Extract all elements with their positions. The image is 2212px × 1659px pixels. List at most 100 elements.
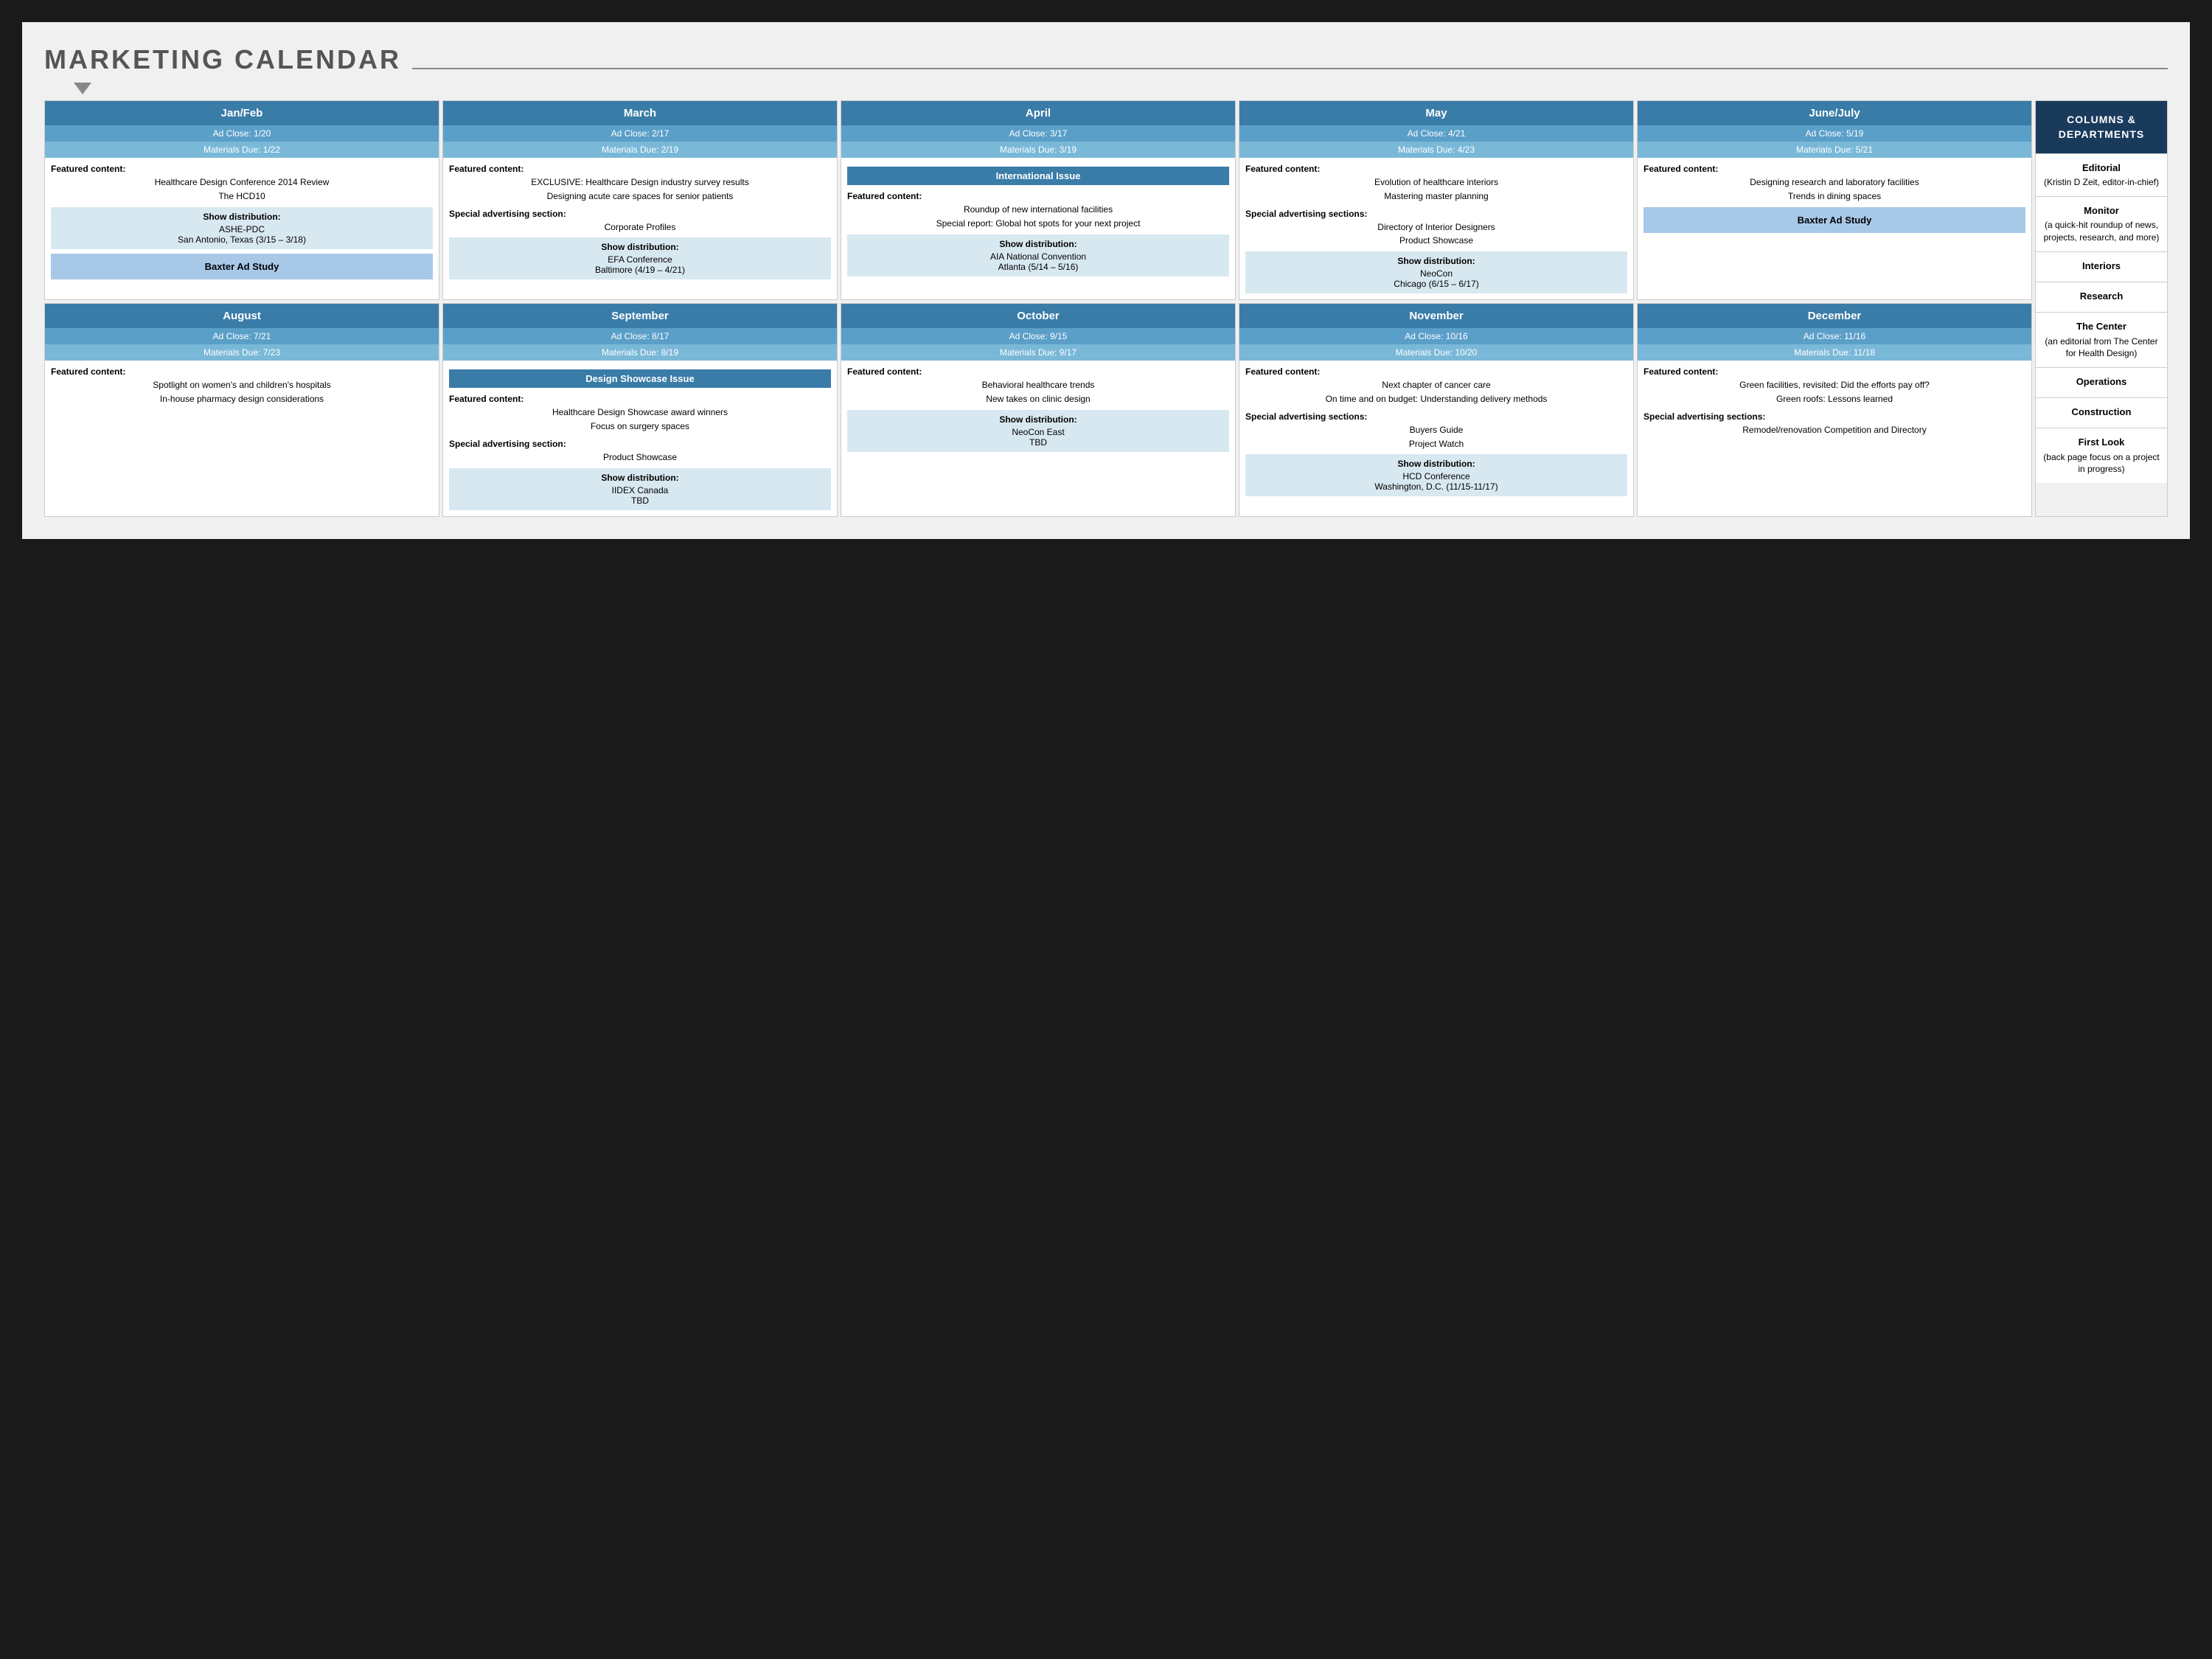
sidebar-item-5: Operations bbox=[2036, 367, 2167, 397]
featured-label-december: Featured content: bbox=[1644, 366, 2025, 377]
featured-item: Healthcare Design Showcase award winners bbox=[449, 406, 831, 419]
sidebar-item-3: Research bbox=[2036, 282, 2167, 312]
show-dist-box-jan_feb: Show distribution:ASHE-PDCSan Antonio, T… bbox=[51, 207, 433, 249]
special-item: Remodel/renovation Competition and Direc… bbox=[1644, 424, 2025, 437]
sidebar-item-sub-1: (a quick-hit roundup of news, projects, … bbox=[2044, 220, 2160, 243]
calendar-wrapper: Jan/FebAd Close: 1/20Materials Due: 1/22… bbox=[44, 100, 2168, 517]
show-dist-item: IIDEX Canada bbox=[453, 485, 827, 495]
show-dist-item: EFA Conference bbox=[453, 254, 827, 265]
sidebar-item-7: First Look(back page focus on a project … bbox=[2036, 428, 2167, 483]
month-col-december: DecemberAd Close: 11/16Materials Due: 11… bbox=[1637, 303, 2032, 516]
featured-label-april: Featured content: bbox=[847, 191, 1229, 201]
month-header-april: April bbox=[841, 101, 1235, 125]
month-header-october: October bbox=[841, 304, 1235, 328]
show-dist-label: Show distribution: bbox=[453, 473, 827, 483]
month-col-may: MayAd Close: 4/21Materials Due: 4/23Feat… bbox=[1239, 100, 1634, 300]
featured-item: Special report: Global hot spots for you… bbox=[847, 218, 1229, 230]
month-body-november: Featured content:Next chapter of cancer … bbox=[1239, 361, 1633, 515]
show-dist-item: HCD Conference bbox=[1250, 471, 1623, 481]
sidebar-item-label-4: The Center bbox=[2042, 320, 2161, 333]
title-line bbox=[412, 68, 2168, 69]
show-dist-label: Show distribution: bbox=[1250, 256, 1623, 266]
sidebar-item-label-5: Operations bbox=[2042, 375, 2161, 389]
top-row: Jan/FebAd Close: 1/20Materials Due: 1/22… bbox=[44, 100, 2032, 300]
month-body-april: International IssueFeatured content:Roun… bbox=[841, 158, 1235, 299]
ad-close-september: Ad Close: 8/17 bbox=[443, 328, 837, 344]
special-label-september: Special advertising section: bbox=[449, 439, 831, 449]
calendar-main: Jan/FebAd Close: 1/20Materials Due: 1/22… bbox=[44, 100, 2032, 517]
design-showcase-label: Design Showcase Issue bbox=[449, 369, 831, 388]
show-dist-item: Washington, D.C. (11/15-11/17) bbox=[1250, 481, 1623, 492]
featured-label-june_july: Featured content: bbox=[1644, 164, 2025, 174]
month-col-august: AugustAd Close: 7/21Materials Due: 7/23F… bbox=[44, 303, 439, 516]
show-dist-label: Show distribution: bbox=[1250, 459, 1623, 469]
page-title: MARKETING CALENDAR bbox=[44, 44, 401, 75]
month-body-may: Featured content: Evolution of healthcare… bbox=[1239, 158, 1633, 299]
materials-due-december: Materials Due: 11/18 bbox=[1638, 344, 2031, 361]
featured-item: Green roofs: Lessons learned bbox=[1644, 393, 2025, 406]
materials-due-august: Materials Due: 7/23 bbox=[45, 344, 439, 361]
featured-item: EXCLUSIVE: Healthcare Design industry su… bbox=[449, 176, 831, 189]
featured-item: Healthcare Design Conference 2014 Review bbox=[51, 176, 433, 189]
special-label-november: Special advertising sections: bbox=[1245, 411, 1627, 422]
show-dist-box-october: Show distribution:NeoCon EastTBD bbox=[847, 410, 1229, 452]
month-body-december: Featured content:Green facilities, revis… bbox=[1638, 361, 2031, 515]
sidebar-item-6: Construction bbox=[2036, 397, 2167, 428]
show-dist-item: NeoCon bbox=[1250, 268, 1623, 279]
sidebar-item-label-6: Construction bbox=[2042, 406, 2161, 419]
ad-close-december: Ad Close: 11/16 bbox=[1638, 328, 2031, 344]
show-dist-item: Baltimore (4/19 – 4/21) bbox=[453, 265, 827, 275]
show-dist-item: AIA National Convention bbox=[852, 251, 1225, 262]
show-dist-item: NeoCon East bbox=[852, 427, 1225, 437]
month-header-december: December bbox=[1638, 304, 2031, 328]
sidebar-header: COLUMNS & DEPARTMENTS bbox=[2036, 101, 2167, 153]
show-dist-box-november: Show distribution: HCD ConferenceWashingt… bbox=[1245, 454, 1627, 496]
special-item: Corporate Profiles bbox=[449, 221, 831, 234]
sidebar-item-1: Monitor (a quick-hit roundup of news, pro… bbox=[2036, 196, 2167, 251]
month-col-june_july: June/JulyAd Close: 5/19Materials Due: 5/… bbox=[1637, 100, 2032, 300]
page-background: MARKETING CALENDAR Jan/FebAd Close: 1/20… bbox=[22, 22, 2190, 539]
special-item: Product Showcase bbox=[1245, 234, 1627, 247]
arrow-down-icon bbox=[74, 83, 91, 94]
special-item: Product Showcase bbox=[449, 451, 831, 464]
show-dist-box-september: Show distribution:IIDEX CanadaTBD bbox=[449, 468, 831, 510]
sidebar-item-sub-4: (an editorial from The Center for Health… bbox=[2045, 336, 2157, 359]
featured-label-jan_feb: Featured content: bbox=[51, 164, 433, 174]
featured-item: Behavioral healthcare trends bbox=[847, 379, 1229, 392]
sidebar-item-2: Interiors bbox=[2036, 251, 2167, 282]
month-col-april: AprilAd Close: 3/17Materials Due: 3/19In… bbox=[841, 100, 1236, 300]
special-item: Buyers Guide bbox=[1245, 424, 1627, 437]
international-label: International Issue bbox=[847, 167, 1229, 185]
featured-label-september: Featured content: bbox=[449, 394, 831, 404]
materials-due-november: Materials Due: 10/20 bbox=[1239, 344, 1633, 361]
special-item: Directory of Interior Designers bbox=[1245, 221, 1627, 234]
featured-item: Evolution of healthcare interiors bbox=[1245, 176, 1627, 189]
featured-label-may: Featured content: bbox=[1245, 164, 1627, 174]
sidebar-item-label-3: Research bbox=[2042, 290, 2161, 303]
month-body-june_july: Featured content:Designing research and … bbox=[1638, 158, 2031, 299]
show-dist-box-march: Show distribution:EFA ConferenceBaltimor… bbox=[449, 237, 831, 279]
month-body-jan_feb: Featured content: Healthcare Design Confe… bbox=[45, 158, 439, 299]
month-header-september: September bbox=[443, 304, 837, 328]
month-header-august: August bbox=[45, 304, 439, 328]
month-body-march: Featured content: EXCLUSIVE: Healthcare D… bbox=[443, 158, 837, 299]
sidebar-item-sub-7: (back page focus on a project in progres… bbox=[2043, 452, 2159, 475]
sidebar-item-label-1: Monitor bbox=[2042, 204, 2161, 218]
materials-due-may: Materials Due: 4/23 bbox=[1239, 142, 1633, 158]
sidebar-item-sub-0: (Kristin D Zeit, editor-in-chief) bbox=[2044, 177, 2159, 187]
ad-close-october: Ad Close: 9/15 bbox=[841, 328, 1235, 344]
featured-item: Next chapter of cancer care bbox=[1245, 379, 1627, 392]
featured-item: New takes on clinic design bbox=[847, 393, 1229, 406]
special-item: Project Watch bbox=[1245, 438, 1627, 451]
month-body-august: Featured content:Spotlight on women's an… bbox=[45, 361, 439, 515]
materials-due-march: Materials Due: 2/19 bbox=[443, 142, 837, 158]
sidebar-item-4: The Center (an editorial from The Center … bbox=[2036, 312, 2167, 367]
featured-item: Mastering master planning bbox=[1245, 190, 1627, 203]
ad-close-november: Ad Close: 10/16 bbox=[1239, 328, 1633, 344]
featured-label-august: Featured content: bbox=[51, 366, 433, 377]
featured-label-march: Featured content: bbox=[449, 164, 831, 174]
title-area: MARKETING CALENDAR bbox=[44, 44, 2168, 75]
featured-label-october: Featured content: bbox=[847, 366, 1229, 377]
special-label-march: Special advertising section: bbox=[449, 209, 831, 219]
materials-due-october: Materials Due: 9/17 bbox=[841, 344, 1235, 361]
